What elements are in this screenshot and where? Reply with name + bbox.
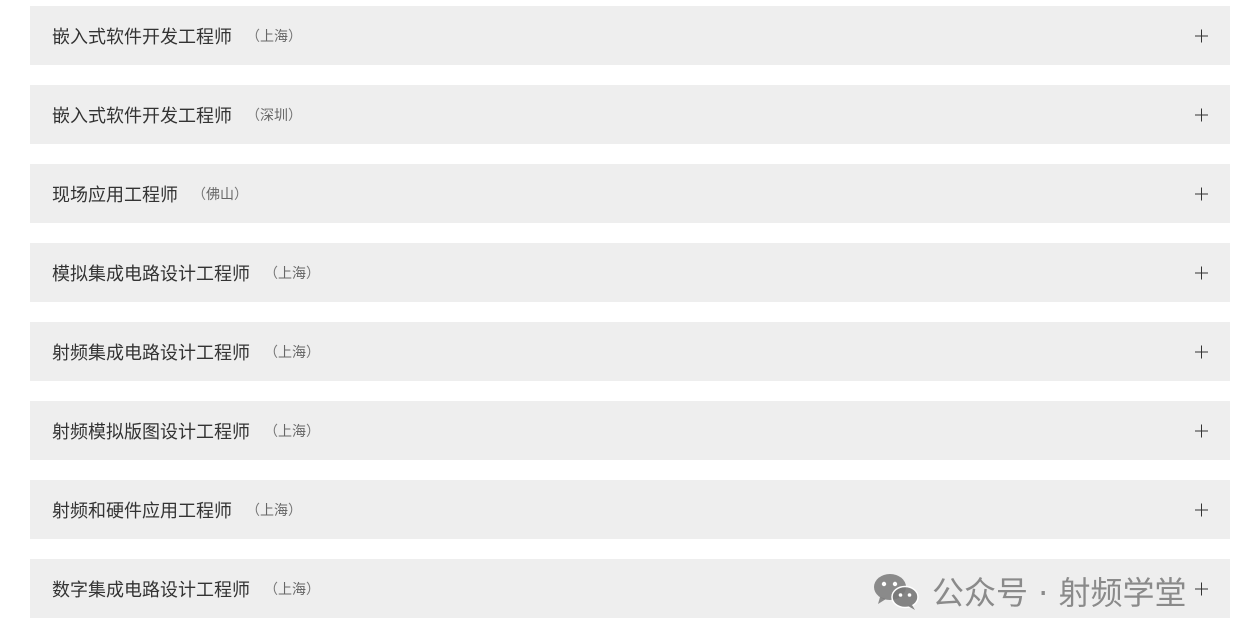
paren-close: ） xyxy=(306,265,320,282)
job-row-4[interactable]: 射频集成电路设计工程师 （上海） xyxy=(30,322,1230,381)
job-row-7[interactable]: 数字集成电路设计工程师 （上海） xyxy=(30,559,1230,618)
job-title: 模拟集成电路设计工程师 xyxy=(52,263,250,285)
paren-open: （ xyxy=(264,344,278,361)
job-location: （深圳） xyxy=(246,105,302,125)
paren-open: （ xyxy=(246,28,260,45)
paren-close: ） xyxy=(288,502,302,519)
paren-close: ） xyxy=(306,344,320,361)
job-title: 嵌入式软件开发工程师 xyxy=(52,105,232,127)
job-location: （上海） xyxy=(246,500,302,520)
job-location-text: 上海 xyxy=(260,28,288,45)
job-title: 射频模拟版图设计工程师 xyxy=(52,421,250,443)
paren-open: （ xyxy=(264,265,278,282)
paren-close: ） xyxy=(288,107,302,124)
job-location: （上海） xyxy=(264,263,320,283)
paren-close: ） xyxy=(306,423,320,440)
paren-open: （ xyxy=(246,502,260,519)
paren-open: （ xyxy=(192,186,206,203)
paren-open: （ xyxy=(264,581,278,598)
job-row-2[interactable]: 现场应用工程师 （佛山） xyxy=(30,164,1230,223)
paren-open: （ xyxy=(264,423,278,440)
job-location-text: 上海 xyxy=(260,502,288,519)
paren-close: ） xyxy=(288,28,302,45)
job-row-5[interactable]: 射频模拟版图设计工程师 （上海） xyxy=(30,401,1230,460)
plus-icon[interactable] xyxy=(1195,582,1208,595)
plus-icon[interactable] xyxy=(1195,424,1208,437)
paren-open: （ xyxy=(246,107,260,124)
job-title: 射频集成电路设计工程师 xyxy=(52,342,250,364)
job-title: 现场应用工程师 xyxy=(52,184,178,206)
job-location-text: 上海 xyxy=(278,581,306,598)
job-row-1[interactable]: 嵌入式软件开发工程师 （深圳） xyxy=(30,85,1230,144)
job-location-text: 佛山 xyxy=(206,186,234,203)
job-row-3[interactable]: 模拟集成电路设计工程师 （上海） xyxy=(30,243,1230,302)
job-list: 嵌入式软件开发工程师 （上海） 嵌入式软件开发工程师 （深圳） 现场应用工程师 … xyxy=(30,6,1230,618)
plus-icon[interactable] xyxy=(1195,503,1208,516)
job-title: 射频和硬件应用工程师 xyxy=(52,500,232,522)
job-location-text: 上海 xyxy=(278,344,306,361)
job-location-text: 上海 xyxy=(278,265,306,282)
paren-close: ） xyxy=(306,581,320,598)
paren-close: ） xyxy=(234,186,248,203)
plus-icon[interactable] xyxy=(1195,187,1208,200)
plus-icon[interactable] xyxy=(1195,29,1208,42)
job-row-0[interactable]: 嵌入式软件开发工程师 （上海） xyxy=(30,6,1230,65)
job-location: （上海） xyxy=(246,26,302,46)
job-location: （上海） xyxy=(264,342,320,362)
job-location: （上海） xyxy=(264,579,320,599)
plus-icon[interactable] xyxy=(1195,108,1208,121)
job-row-6[interactable]: 射频和硬件应用工程师 （上海） xyxy=(30,480,1230,539)
job-location: （上海） xyxy=(264,421,320,441)
plus-icon[interactable] xyxy=(1195,266,1208,279)
job-title: 数字集成电路设计工程师 xyxy=(52,579,250,601)
job-location-text: 上海 xyxy=(278,423,306,440)
job-location: （佛山） xyxy=(192,184,248,204)
job-title: 嵌入式软件开发工程师 xyxy=(52,26,232,48)
job-location-text: 深圳 xyxy=(260,107,288,124)
plus-icon[interactable] xyxy=(1195,345,1208,358)
